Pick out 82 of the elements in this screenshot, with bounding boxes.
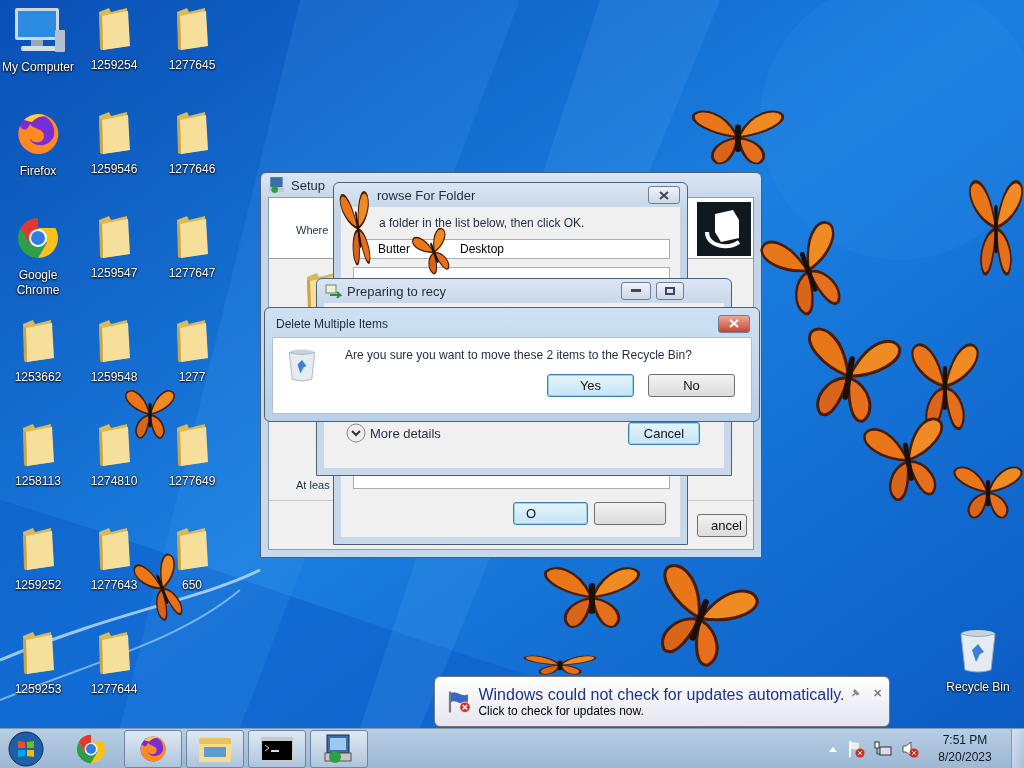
icon-label: 1259253	[14, 682, 62, 697]
note-text: At leas	[296, 479, 330, 491]
icon-label: 1259252	[14, 578, 62, 593]
minimize-button[interactable]	[621, 282, 651, 300]
notification-balloon[interactable]: Windows could not check for updates automatically. Click to check for updates now.	[434, 676, 890, 727]
icon-label: 1277643	[90, 578, 138, 593]
recycle-bin-icon[interactable]	[958, 628, 998, 674]
folder-icon[interactable]	[21, 422, 55, 468]
balloon-text: Click to check for updates now.	[478, 703, 645, 718]
icon-label: 1277646	[168, 162, 216, 177]
folder-icon[interactable]	[175, 6, 209, 52]
minimize-icon	[631, 289, 641, 293]
confirmation-message: Are you sure you want to move these 2 items to the Recycle Bin?	[345, 348, 693, 362]
clock-time[interactable]: 7:51 PM	[942, 731, 988, 749]
icon-label: Google Chrome	[15, 268, 61, 298]
recycle-progress-icon	[324, 283, 342, 299]
speaker-muted-icon[interactable]	[901, 739, 919, 758]
icon-label: My Computer	[2, 60, 74, 75]
folder-icon[interactable]	[21, 526, 55, 572]
icon-label: 1259546	[90, 162, 138, 177]
icon-label: 1258113	[15, 474, 61, 489]
folder-path-field[interactable]: Butter Desktop	[353, 239, 670, 259]
ok-button[interactable]: O	[513, 501, 588, 525]
icon-label: Recycle Bin	[946, 680, 1010, 695]
folder-icon[interactable]	[97, 422, 131, 468]
folder-icon[interactable]	[175, 214, 209, 260]
maximize-button[interactable]	[656, 282, 684, 300]
flag-error-icon[interactable]	[847, 739, 865, 758]
maximize-icon	[665, 287, 675, 295]
close-icon[interactable]	[873, 688, 881, 698]
icon-label: 1277644	[90, 682, 138, 697]
more-details-link[interactable]: More details	[370, 425, 441, 441]
icon-label: 1277645	[168, 58, 216, 73]
icon-label: Firefox	[19, 164, 57, 179]
icon-label: 1259548	[90, 370, 138, 385]
taskbar-button[interactable]	[248, 729, 306, 768]
icon-label: 1259547	[90, 266, 138, 281]
folder-icon[interactable]	[97, 630, 131, 676]
close-button[interactable]	[648, 186, 680, 204]
icon-label: 650	[182, 578, 202, 593]
icon-label: 1277647	[168, 266, 216, 281]
folder-icon[interactable]	[21, 630, 55, 676]
folder-icon[interactable]	[97, 110, 131, 156]
folder-icon[interactable]	[97, 214, 131, 260]
folder-icon[interactable]	[175, 318, 209, 364]
dialog-button[interactable]: No	[648, 374, 735, 397]
icon-label: 1277649	[168, 474, 216, 489]
folder-icon[interactable]	[175, 110, 209, 156]
dialog-button[interactable]: Yes	[547, 374, 634, 397]
folder-icon[interactable]	[97, 526, 131, 572]
window-title: Preparing to recy	[347, 283, 446, 299]
recycle-bin-icon[interactable]	[287, 348, 317, 383]
cancel-button[interactable]: ancel	[697, 513, 747, 537]
icon-label: 1274810	[90, 474, 138, 489]
cancel-button[interactable]: Cancel	[628, 421, 700, 445]
installer-icon[interactable]	[323, 732, 355, 765]
close-button[interactable]	[718, 314, 750, 333]
close-icon	[729, 319, 739, 328]
icon-label: 1253662	[14, 370, 62, 385]
pin-icon[interactable]	[850, 687, 860, 699]
instruction-text: a folder in the list below, then click OK.	[379, 216, 585, 230]
window-title: Setup	[291, 177, 325, 193]
taskbar-button[interactable]	[310, 729, 368, 768]
icon-label: 1277	[178, 370, 206, 385]
folder-icon[interactable]	[21, 318, 55, 364]
folder-icon[interactable]	[175, 422, 209, 468]
prompt-text: Where	[296, 224, 329, 236]
icon-label: 1259254	[90, 58, 138, 73]
network-icon[interactable]	[874, 739, 892, 758]
folder-icon[interactable]	[97, 6, 131, 52]
close-icon	[659, 190, 669, 200]
dialog-button[interactable]	[594, 501, 666, 525]
dialog-title: Delete Multiple Items	[276, 316, 389, 331]
balloon-title: Windows could not check for updates automatically.	[478, 685, 845, 704]
folder-icon[interactable]	[97, 318, 131, 364]
chevron-down-icon[interactable]	[346, 423, 366, 443]
firefox-icon[interactable]	[138, 733, 168, 764]
installer-icon	[268, 176, 286, 194]
console-icon[interactable]	[261, 736, 293, 761]
window-title: rowse For Folder	[377, 187, 476, 203]
clock-date[interactable]: 8/20/2023	[938, 748, 992, 766]
folder-icon[interactable]	[175, 526, 209, 572]
